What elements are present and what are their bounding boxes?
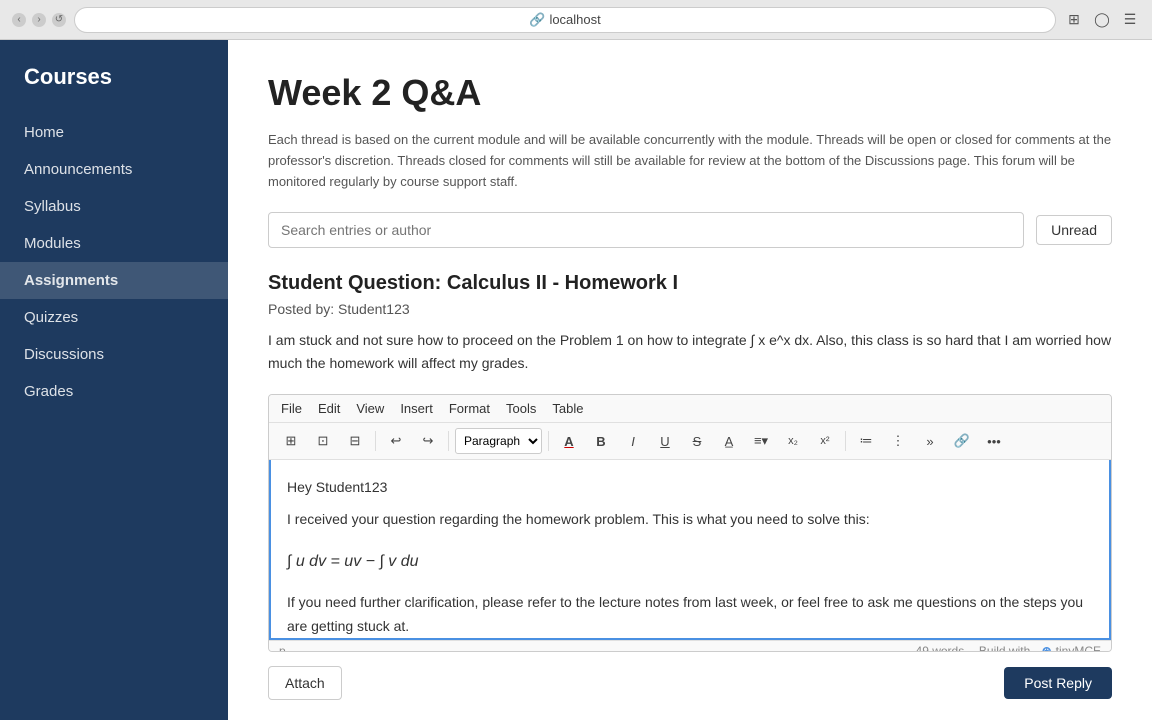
toolbar-grid-view[interactable]: ⊞ [277, 427, 305, 455]
tinymce-logo: ⊛ [1042, 644, 1052, 652]
footer-row: Attach Post Reply [268, 652, 1112, 720]
sidebar-title: Courses [0, 64, 228, 114]
editor-received: I received your question regarding the h… [287, 508, 1093, 532]
toolbar-subscript[interactable]: x₂ [779, 427, 807, 455]
editor-path: p [279, 644, 286, 652]
word-count: 49 words [916, 644, 965, 652]
paragraph-select[interactable]: Paragraph [455, 428, 542, 454]
sidebar-item-syllabus[interactable]: Syllabus [0, 188, 228, 225]
sidebar: Courses Home Announcements Syllabus Modu… [0, 40, 228, 720]
editor-container: File Edit View Insert Format Tools Table… [268, 394, 1112, 652]
editor-clarification: If you need further clarification, pleas… [287, 591, 1093, 639]
browser-controls: ‹ › ↺ [12, 13, 66, 27]
browser-right-controls: ⊞ ◯ ☰ [1064, 10, 1140, 30]
search-row: Unread [268, 212, 1112, 248]
thread-posted-by: Posted by: Student123 [268, 301, 1112, 317]
menu-edit[interactable]: Edit [318, 401, 340, 416]
unread-button[interactable]: Unread [1036, 215, 1112, 245]
reload-button[interactable]: ↺ [52, 13, 66, 27]
toolbar-italic[interactable]: I [619, 427, 647, 455]
toolbar-redo[interactable]: ↪ [414, 427, 442, 455]
search-input[interactable] [268, 212, 1024, 248]
url-text: localhost [549, 12, 600, 27]
tinymce-name: tinyMCE [1056, 644, 1101, 652]
menu-table[interactable]: Table [552, 401, 583, 416]
toolbar-font-color[interactable]: A [555, 427, 583, 455]
page-description: Each thread is based on the current modu… [268, 130, 1112, 192]
tinymce-brand: 49 words Build with ⊛ tinyMCE [916, 644, 1101, 652]
link-icon: 🔗 [529, 12, 545, 28]
browser-bar: ‹ › ↺ 🔗 localhost ⊞ ◯ ☰ [0, 0, 1152, 40]
toolbar-divider-1 [375, 431, 376, 451]
extensions-icon[interactable]: ⊞ [1064, 10, 1084, 30]
toolbar-bullet-list[interactable]: ≔ [852, 427, 880, 455]
toolbar-more[interactable]: ••• [980, 427, 1008, 455]
sidebar-item-quizzes[interactable]: Quizzes [0, 299, 228, 336]
page-title: Week 2 Q&A [268, 72, 1112, 114]
back-button[interactable]: ‹ [12, 13, 26, 27]
editor-greeting: Hey Student123 [287, 476, 1093, 500]
sidebar-item-modules[interactable]: Modules [0, 225, 228, 262]
editor-body[interactable]: Hey Student123 I received your question … [269, 460, 1111, 640]
menu-view[interactable]: View [356, 401, 384, 416]
toolbar-bold[interactable]: B [587, 427, 615, 455]
menu-icon[interactable]: ☰ [1120, 10, 1140, 30]
url-bar[interactable]: 🔗 localhost [74, 7, 1056, 33]
toolbar-underline[interactable]: U [651, 427, 679, 455]
profile-icon[interactable]: ◯ [1092, 10, 1112, 30]
post-reply-button[interactable]: Post Reply [1004, 667, 1112, 699]
toolbar-undo[interactable]: ↩ [382, 427, 410, 455]
toolbar-indent[interactable]: » [916, 427, 944, 455]
main-content: Week 2 Q&A Each thread is based on the c… [228, 40, 1152, 720]
toolbar-strikethrough[interactable]: S [683, 427, 711, 455]
toolbar-divider-3 [548, 431, 549, 451]
menu-format[interactable]: Format [449, 401, 490, 416]
toolbar-divider-2 [448, 431, 449, 451]
sidebar-nav: Home Announcements Syllabus Modules Assi… [0, 114, 228, 410]
sidebar-item-home[interactable]: Home [0, 114, 228, 151]
thread-body: I am stuck and not sure how to proceed o… [268, 329, 1112, 374]
menu-tools[interactable]: Tools [506, 401, 536, 416]
editor-menubar: File Edit View Insert Format Tools Table [269, 395, 1111, 423]
attach-button[interactable]: Attach [268, 666, 342, 700]
toolbar-template[interactable]: ⊡ [309, 427, 337, 455]
sidebar-item-discussions[interactable]: Discussions [0, 336, 228, 373]
forward-button[interactable]: › [32, 13, 46, 27]
editor-status-bar: p 49 words Build with ⊛ tinyMCE [269, 640, 1111, 652]
sidebar-item-assignments[interactable]: Assignments [0, 262, 228, 299]
editor-formula: ∫ u dv = uv − ∫ v du [287, 544, 1093, 579]
menu-insert[interactable]: Insert [400, 401, 433, 416]
editor-toolbar: ⊞ ⊡ ⊟ ↩ ↪ Paragraph A B I U S A̲ ≡▾ x₂ x… [269, 423, 1111, 460]
toolbar-layout[interactable]: ⊟ [341, 427, 369, 455]
toolbar-link[interactable]: 🔗 [948, 427, 976, 455]
thread-title: Student Question: Calculus II - Homework… [268, 272, 1112, 295]
build-with-label: Build with [979, 644, 1030, 652]
toolbar-divider-4 [845, 431, 846, 451]
menu-file[interactable]: File [281, 401, 302, 416]
toolbar-superscript[interactable]: x² [811, 427, 839, 455]
toolbar-highlight[interactable]: A̲ [715, 427, 743, 455]
toolbar-numbered-list[interactable]: ⋮ [884, 427, 912, 455]
toolbar-align[interactable]: ≡▾ [747, 427, 775, 455]
sidebar-item-grades[interactable]: Grades [0, 373, 228, 410]
sidebar-item-announcements[interactable]: Announcements [0, 151, 228, 188]
